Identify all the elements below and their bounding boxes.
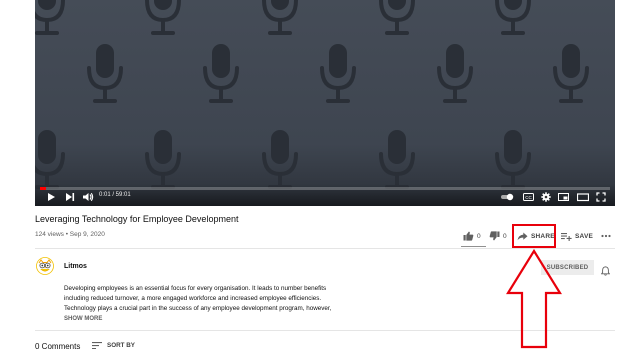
thumbs-up-icon bbox=[463, 231, 474, 241]
save-label: SAVE bbox=[575, 232, 594, 240]
video-title: Leveraging Technology for Employee Devel… bbox=[35, 214, 239, 224]
microphone-icon bbox=[145, 128, 181, 189]
miniplayer-icon[interactable] bbox=[558, 191, 569, 203]
next-icon[interactable] bbox=[65, 191, 75, 203]
sort-by-button[interactable]: SORT BY bbox=[92, 342, 135, 349]
more-actions-icon[interactable] bbox=[601, 230, 611, 242]
progress-bar-fill bbox=[40, 187, 46, 190]
microphone-icon bbox=[379, 0, 415, 35]
volume-icon[interactable] bbox=[82, 191, 94, 203]
channel-name[interactable]: Litmos bbox=[64, 263, 87, 270]
microphone-icon bbox=[145, 0, 181, 35]
microphone-icon bbox=[262, 0, 298, 35]
microphone-icon bbox=[320, 42, 356, 103]
video-meta: 124 views • Sep 9, 2020 bbox=[35, 231, 105, 238]
description-line: including reduced turnover, a more engag… bbox=[64, 294, 322, 302]
theater-mode-icon[interactable] bbox=[577, 191, 589, 203]
microphone-icon-pattern bbox=[35, 0, 589, 189]
microphone-icon bbox=[262, 128, 298, 189]
microphone-icon bbox=[87, 42, 123, 103]
add-to-playlist-icon bbox=[561, 232, 572, 241]
description-line: Developing employees is an essential foc… bbox=[64, 285, 327, 292]
progress-bar[interactable] bbox=[40, 187, 610, 190]
microphone-icon bbox=[437, 42, 473, 103]
channel-avatar[interactable] bbox=[36, 257, 54, 280]
like-button[interactable]: 0 bbox=[463, 230, 481, 242]
microphone-icon bbox=[495, 128, 531, 189]
microphone-icon bbox=[35, 128, 65, 189]
svg-text:CC: CC bbox=[525, 195, 532, 200]
microphone-icon bbox=[495, 0, 531, 35]
settings-gear-icon[interactable] bbox=[541, 191, 551, 203]
fullscreen-icon[interactable] bbox=[596, 191, 606, 203]
sort-by-label: SORT BY bbox=[107, 342, 135, 349]
captions-icon[interactable]: CC bbox=[523, 191, 534, 203]
show-more-button[interactable]: SHOW MORE bbox=[64, 316, 102, 322]
like-ratio-bar bbox=[461, 246, 486, 247]
up-arrow-annotation-icon bbox=[506, 249, 562, 349]
owl-logo-icon bbox=[36, 257, 54, 275]
time-display: 0:01 / 59:01 bbox=[99, 192, 131, 198]
comments-count: 0 Comments bbox=[35, 342, 81, 351]
bell-icon[interactable] bbox=[600, 263, 611, 281]
sort-icon bbox=[92, 342, 102, 349]
like-count: 0 bbox=[477, 232, 481, 240]
thumbs-down-icon bbox=[489, 231, 500, 241]
play-icon[interactable] bbox=[46, 191, 56, 203]
dislike-button[interactable]: 0 bbox=[489, 230, 507, 242]
microphone-icon bbox=[379, 128, 415, 189]
video-player[interactable] bbox=[35, 0, 615, 206]
save-button[interactable]: SAVE bbox=[561, 230, 593, 242]
video-description: Developing employees is an essential foc… bbox=[64, 284, 364, 313]
microphone-icon bbox=[203, 42, 239, 103]
share-highlight-box bbox=[512, 224, 556, 248]
microphone-icon bbox=[553, 42, 589, 103]
description-line: Technology plays a crucial part in the s… bbox=[64, 304, 332, 312]
autoplay-toggle[interactable] bbox=[500, 191, 515, 203]
microphone-icon bbox=[35, 0, 65, 35]
dislike-count: 0 bbox=[503, 232, 507, 240]
